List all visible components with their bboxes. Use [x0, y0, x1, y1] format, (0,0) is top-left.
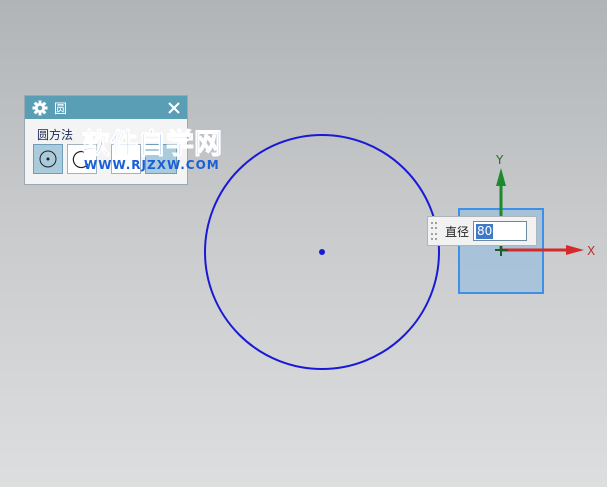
circle-method-label: 圆方法 [37, 128, 74, 142]
diameter-input-box: 直径 80 [427, 216, 537, 246]
close-icon[interactable] [163, 97, 185, 119]
dialog-title: 圆 [54, 102, 68, 117]
method-button-3[interactable] [111, 144, 141, 174]
circle-center-icon [39, 150, 57, 168]
drag-grip-icon[interactable] [430, 220, 438, 242]
group-divider [83, 134, 103, 135]
diameter-label: 直径 [445, 224, 470, 239]
circle-center-point[interactable] [319, 249, 325, 255]
dialog-body: 圆方法 [25, 119, 187, 185]
gear-icon[interactable] [30, 98, 50, 118]
circle-center-method-button[interactable] [33, 144, 63, 174]
diameter-field[interactable]: 80 [473, 221, 528, 241]
circle-three-point-method-button[interactable] [67, 144, 97, 174]
method-button-4[interactable] [145, 144, 177, 174]
circle-dialog: 圆 圆方法 [24, 95, 188, 185]
dialog-title-bar[interactable]: 圆 [25, 96, 187, 119]
diameter-value[interactable]: 80 [476, 223, 494, 239]
circle-three-point-icon [72, 150, 89, 169]
graphics-viewport[interactable]: Y X 圆 圆方法 软件自学网 WWW.RJZXW.COM 直径 80 [0, 0, 607, 487]
